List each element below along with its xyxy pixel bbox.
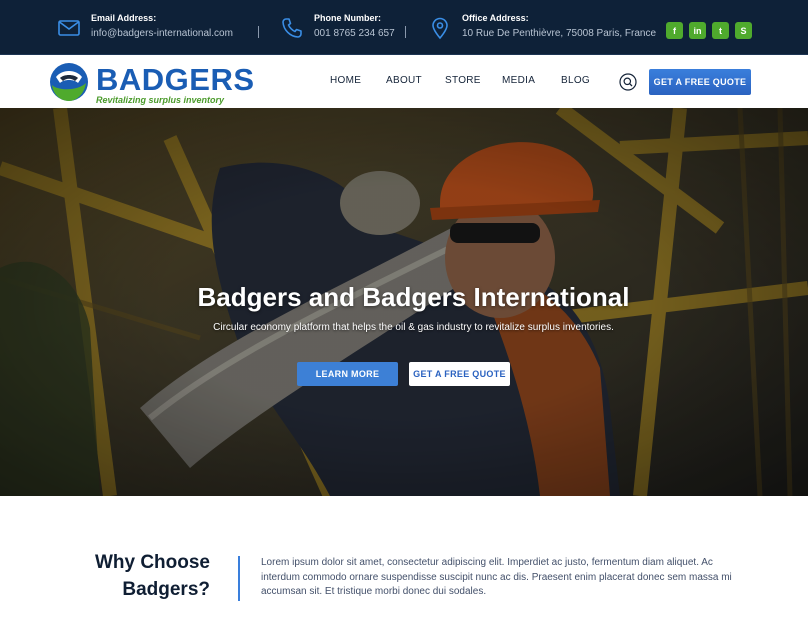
top-info-bar: Email Address: info@badgers-internationa…: [0, 0, 808, 55]
main-navbar: BADGERS Revitalizing surplus inventory H…: [0, 55, 808, 108]
nav-about[interactable]: ABOUT: [386, 75, 422, 86]
hero-section: Badgers and Badgers International Circul…: [0, 108, 808, 496]
facebook-icon[interactable]: f: [666, 22, 683, 39]
get-quote-button[interactable]: GET A FREE QUOTE: [649, 69, 751, 95]
hero-title: Badgers and Badgers International: [197, 282, 630, 312]
learn-more-button[interactable]: LEARN MORE: [297, 362, 398, 386]
brand-tagline: Revitalizing surplus inventory: [96, 95, 225, 105]
office-info: Office Address: 10 Rue De Penthièvre, 75…: [428, 12, 656, 41]
nav-home[interactable]: HOME: [330, 75, 361, 86]
email-value[interactable]: info@badgers-international.com: [91, 27, 233, 41]
office-label: Office Address:: [462, 13, 529, 23]
social-links: f in t S: [666, 22, 752, 39]
why-title-line1: Why Choose: [94, 552, 210, 573]
phone-icon: [282, 18, 302, 38]
envelope-icon: [58, 20, 80, 36]
phone-info: Phone Number: 001 8765 234 657: [280, 12, 395, 41]
brand-logo[interactable]: BADGERS Revitalizing surplus inventory: [48, 59, 254, 105]
office-value: 10 Rue De Penthièvre, 75008 Paris, Franc…: [462, 28, 656, 39]
badger-logo-icon: [50, 63, 88, 101]
why-choose-heading: Why Choose Badgers?: [60, 549, 210, 603]
hero-get-quote-button[interactable]: GET A FREE QUOTE: [409, 362, 510, 386]
twitter-icon[interactable]: t: [712, 22, 729, 39]
skype-icon[interactable]: S: [735, 22, 752, 39]
map-pin-icon: [432, 17, 448, 40]
why-title-line2: Badgers?: [122, 579, 210, 600]
divider: [258, 26, 259, 38]
email-info: Email Address: info@badgers-internationa…: [57, 12, 233, 41]
nav-blog[interactable]: BLOG: [561, 75, 590, 86]
search-icon[interactable]: [619, 73, 637, 91]
why-choose-body: Lorem ipsum dolor sit amet, consectetur …: [261, 557, 732, 597]
linkedin-icon[interactable]: in: [689, 22, 706, 39]
nav-store[interactable]: STORE: [445, 75, 481, 86]
brand-name: BADGERS: [96, 62, 255, 97]
accent-divider: [238, 556, 240, 601]
hero-subtitle: Circular economy platform that helps the…: [213, 322, 614, 333]
nav-media[interactable]: MEDIA: [502, 75, 535, 86]
phone-label: Phone Number:: [314, 13, 382, 23]
divider: [405, 26, 406, 38]
phone-value[interactable]: 001 8765 234 657: [314, 27, 395, 41]
email-label: Email Address:: [91, 13, 157, 23]
